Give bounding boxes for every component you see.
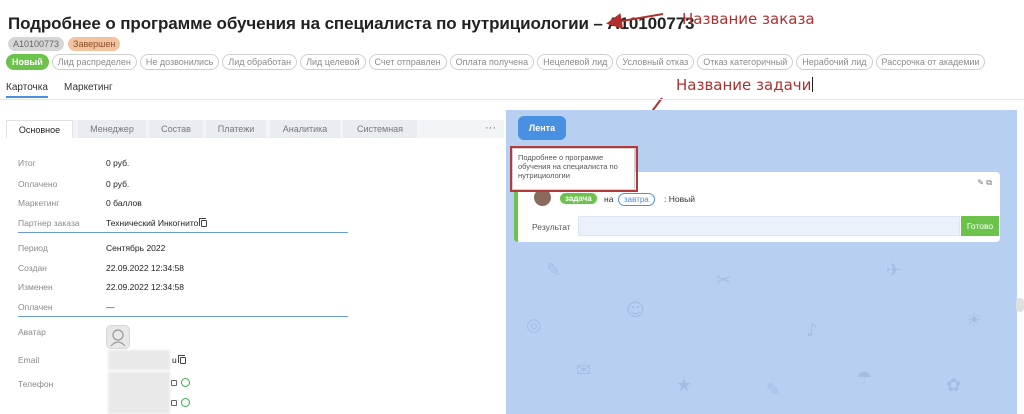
copy-icon[interactable] [199, 218, 208, 227]
background-doodle: ☀ [966, 310, 983, 331]
marketing-value: 0 баллов [106, 198, 142, 208]
done-button[interactable]: Готово [961, 216, 999, 236]
background-doodle: ♪ [806, 320, 818, 341]
order-id-badge: A10100773 [8, 37, 65, 51]
stage-payment-received[interactable]: Оплата получена [449, 54, 535, 70]
annotation-order-name: Название заказа [682, 10, 815, 28]
stage-not-reached[interactable]: Не дозвонились [139, 54, 220, 70]
task-type-chip: задача [560, 193, 597, 204]
partner-value-row: Технический Инкогнито [106, 218, 208, 228]
partner-label: Партнер заказа [18, 218, 80, 228]
stage-lead-processed[interactable]: Лид обработан [222, 54, 298, 70]
changed-value: 22.09.2022 12:34:58 [106, 282, 184, 292]
feed-button[interactable]: Лента [518, 116, 566, 140]
avatar-label: Аватар [18, 327, 46, 337]
period-value: Сентябрь 2022 [106, 243, 166, 253]
email-label: Email [18, 355, 40, 365]
avatar[interactable] [106, 325, 130, 349]
paid-at-value: — [106, 302, 115, 312]
email-redacted [108, 350, 170, 370]
result-input[interactable] [578, 216, 960, 236]
total-value: 0 руб. [106, 158, 130, 168]
task-status: : Новый [664, 194, 695, 204]
tab-analytics[interactable]: Аналитика [270, 120, 340, 138]
stage-non-target-lead[interactable]: Нецелевой лид [537, 54, 614, 70]
whatsapp-icon[interactable] [181, 378, 190, 387]
divider [18, 232, 348, 233]
divider [18, 316, 348, 317]
changed-label: Изменен [18, 282, 53, 292]
tab-card[interactable]: Карточка [6, 82, 48, 98]
period-label: Период [18, 243, 48, 253]
tab-system[interactable]: Системная [343, 120, 417, 138]
paid-at-label: Оплачен [18, 302, 53, 312]
created-label: Создан [18, 263, 47, 273]
background-doodle: ✉ [576, 360, 592, 381]
stage-dead-lead[interactable]: Нерабочий лид [796, 54, 873, 70]
phone-redacted [108, 372, 170, 414]
background-doodle: ✂ [716, 270, 732, 291]
total-label: Итог [18, 158, 36, 168]
status-badge: Завершен [68, 37, 121, 51]
lock-icon [171, 400, 177, 406]
stage-new[interactable]: Новый [6, 54, 49, 70]
stage-pipeline: Новый Лид распределен Не дозвонились Лид… [6, 54, 986, 70]
page-right-edge [1017, 110, 1024, 414]
stage-conditional-refusal[interactable]: Условный отказ [616, 54, 695, 70]
copy-icon[interactable] [177, 355, 186, 364]
page-title: Подробнее о программе обучения на специа… [8, 14, 695, 33]
edit-icon[interactable]: ✎ ⧉ [977, 178, 992, 188]
email-suffix: u [172, 355, 177, 365]
task-on-label: на [604, 194, 614, 204]
paid-label: Оплачено [18, 179, 58, 189]
order-badges: A10100773 Завершен [8, 37, 121, 51]
order-details-panel: Основное Менеджер Состав Платежи Аналити… [0, 110, 505, 414]
tooltip-highlight-box [510, 146, 638, 192]
background-doodle: ✿ [946, 375, 962, 396]
created-value: 22.09.2022 12:34:58 [106, 263, 184, 273]
result-label: Результат [532, 222, 571, 232]
whatsapp-icon[interactable] [181, 398, 190, 407]
scroll-handle[interactable] [1016, 298, 1024, 312]
background-doodle: ◎ [526, 315, 542, 336]
partner-value: Технический Инкогнито [106, 218, 199, 228]
background-doodle: ☂ [856, 368, 873, 389]
avatar-face-icon [110, 329, 126, 347]
stage-invoice-sent[interactable]: Счет отправлен [368, 54, 447, 70]
tab-manager[interactable]: Менеджер [78, 120, 146, 138]
tab-composition[interactable]: Состав [149, 120, 203, 138]
tab-marketing[interactable]: Маркетинг [64, 82, 113, 93]
background-doodle: ✈ [886, 260, 902, 281]
background-doodle: ☺ [626, 300, 645, 321]
title-row: Подробнее о программе обучения на специа… [8, 12, 695, 36]
background-doodle: ✎ [546, 260, 562, 281]
top-tabs: Карточка Маркетинг [0, 80, 1024, 100]
stage-installment[interactable]: Рассрочка от академии [875, 54, 986, 70]
tab-payments[interactable]: Платежи [206, 120, 266, 138]
background-doodle: ★ [676, 375, 693, 396]
task-due-chip[interactable]: завтра [618, 193, 655, 206]
stage-categorical-refusal[interactable]: Отказ категоричный [697, 54, 794, 70]
stage-lead-assigned[interactable]: Лид распределен [51, 54, 137, 70]
tab-main[interactable]: Основное [6, 120, 73, 138]
lock-icon [171, 380, 177, 386]
background-doodle: ✎ [766, 380, 782, 401]
email-suffix-row: u [172, 355, 186, 365]
marketing-label: Маркетинг [18, 198, 60, 208]
stage-lead-target[interactable]: Лид целевой [300, 54, 366, 70]
paid-value: 0 руб. [106, 179, 130, 189]
detail-tabs: Основное Менеджер Состав Платежи Аналити… [6, 120, 504, 138]
more-menu-icon[interactable]: ··· [485, 120, 496, 136]
phone-label: Телефон [18, 379, 54, 389]
